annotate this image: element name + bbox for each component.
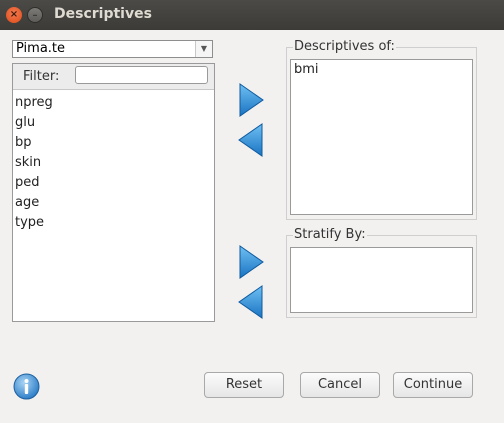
stratify-by-group: Stratify By: [286,227,477,318]
variable-list-panel: Filter: npreg glu bp skin ped age type [12,63,215,322]
window-title: Descriptives [54,6,152,22]
list-item[interactable]: skin [15,153,53,173]
close-window-icon[interactable]: × [6,7,22,23]
list-item[interactable]: type [15,213,53,233]
info-icon[interactable] [13,373,40,400]
continue-button[interactable]: Continue [393,372,473,398]
title-bar: × – Descriptives [0,0,504,30]
dataset-select[interactable]: Pima.te ▼ [12,40,213,58]
descriptives-of-label: Descriptives of: [293,39,396,54]
variable-list: npreg glu bp skin ped age type [15,93,53,233]
chevron-down-icon[interactable]: ▼ [195,41,212,57]
stratify-by-list[interactable] [290,247,473,313]
descriptives-of-group: Descriptives of: bmi [286,39,477,220]
stratify-by-label: Stratify By: [293,227,367,242]
filter-label: Filter: [23,69,60,84]
add-to-stratify-button[interactable] [237,244,265,280]
remove-from-descriptives-button[interactable] [237,122,265,158]
list-item[interactable]: glu [15,113,53,133]
remove-from-stratify-button[interactable] [237,284,265,320]
reset-button[interactable]: Reset [204,372,284,398]
list-item[interactable]: ped [15,173,53,193]
minimize-window-icon[interactable]: – [27,7,43,23]
filter-bar: Filter: [13,64,214,90]
filter-input[interactable] [75,66,208,84]
list-item[interactable]: npreg [15,93,53,113]
dataset-select-value: Pima.te [16,41,66,56]
descriptives-of-list[interactable]: bmi [290,59,473,215]
list-item[interactable]: bmi [294,62,319,77]
cancel-button[interactable]: Cancel [300,372,380,398]
list-item[interactable]: bp [15,133,53,153]
add-to-descriptives-button[interactable] [237,82,265,118]
list-item[interactable]: age [15,193,53,213]
